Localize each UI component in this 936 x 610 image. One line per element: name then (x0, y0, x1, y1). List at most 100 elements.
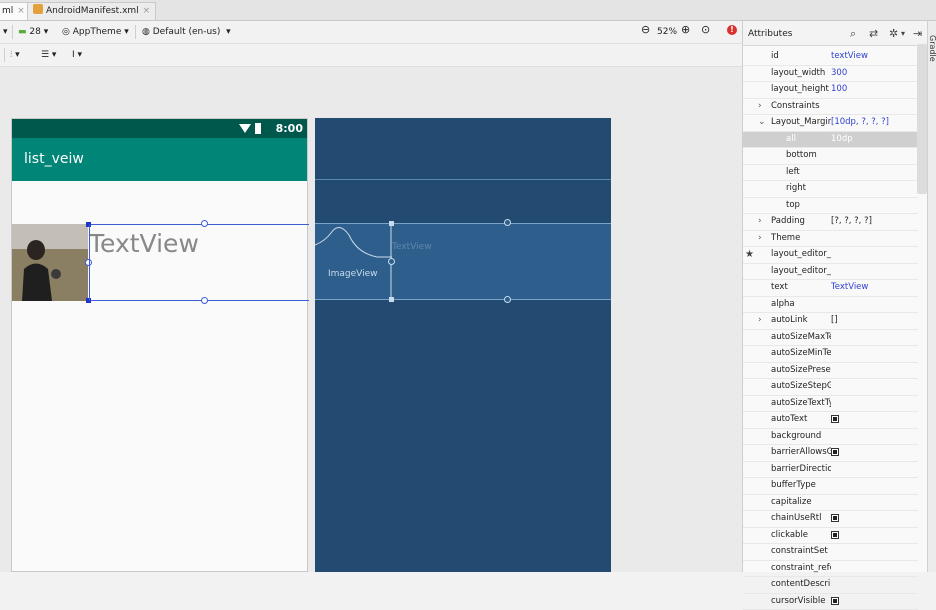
attribute-value[interactable]: textView (831, 49, 868, 64)
guidelines-icon[interactable]: I ▾ (72, 49, 82, 61)
star-icon[interactable]: ★ (745, 247, 754, 262)
locale-value: Default (en-us) (153, 27, 221, 37)
zoom-to-fit-icon[interactable]: ⊙ (701, 24, 710, 36)
attribute-row[interactable]: textTextView (743, 280, 918, 297)
theme-value: AppTheme (73, 27, 122, 37)
attribute-row[interactable]: autoText (743, 412, 918, 429)
zoom-in-icon[interactable]: ⊕ (681, 24, 690, 36)
attribute-checkbox[interactable] (831, 597, 839, 605)
attribute-row[interactable]: clickable (743, 528, 918, 545)
attribute-row[interactable]: ›autoLink[] (743, 313, 918, 330)
blueprint-appbar-line (315, 179, 611, 180)
attribute-row[interactable]: capitalize (743, 495, 918, 512)
attribute-value[interactable]: [] (831, 313, 838, 328)
theme-dropdown[interactable]: ◎ AppTheme ▾ (62, 26, 129, 38)
attribute-row[interactable]: autoSizeStepGr (743, 379, 918, 396)
scrollbar[interactable] (917, 44, 927, 194)
attribute-row[interactable]: background (743, 429, 918, 446)
attributes-header: Attributes ⌕ ⇄ ✲ ▾ ⇥ (743, 21, 936, 46)
locale-dropdown[interactable]: ◍ Default (en-us) ▾ (142, 26, 231, 38)
attribute-name: text (771, 280, 831, 295)
attribute-row[interactable]: autoSizeTextTy (743, 396, 918, 413)
attribute-row[interactable]: all10dp (743, 132, 918, 149)
close-icon[interactable]: × (17, 6, 25, 16)
attribute-value[interactable]: 300 (831, 66, 847, 81)
zoom-out-icon[interactable]: ⊖ (641, 24, 650, 36)
pack-icon[interactable]: ⫶ ▾ (10, 49, 20, 61)
chevron-right-icon[interactable]: › (758, 214, 762, 229)
align-icon[interactable]: ☰ ▾ (41, 49, 56, 61)
constraint-handle-top[interactable] (201, 220, 208, 227)
hide-panel-icon[interactable]: ⇥ (913, 27, 922, 40)
attribute-row[interactable]: ★layout_editor_a (743, 247, 918, 264)
attribute-row[interactable]: autoSizeMinTe (743, 346, 918, 363)
attribute-row[interactable]: autoSizePreset (743, 363, 918, 380)
attribute-row[interactable]: ›Theme (743, 231, 918, 248)
gear-icon[interactable]: ✲ (889, 27, 898, 40)
tab-android-manifest[interactable]: AndroidManifest.xml× (27, 2, 156, 20)
constraint-handle-left[interactable] (388, 258, 395, 265)
attribute-row[interactable]: barrierAllowsG (743, 445, 918, 462)
gear-dropdown-icon[interactable]: ▾ (901, 29, 905, 38)
attribute-value[interactable]: [10dp, ?, ?, ?] (831, 115, 889, 130)
chevron-right-icon[interactable]: › (758, 99, 762, 114)
attribute-value[interactable]: 100 (831, 82, 847, 97)
attribute-row[interactable]: alpha (743, 297, 918, 314)
attribute-value[interactable]: 10dp (831, 132, 853, 147)
editor-tab-bar: ml× AndroidManifest.xml× (0, 0, 936, 21)
constraint-handle-bottom[interactable] (504, 296, 511, 303)
attribute-name: id (771, 49, 831, 64)
divider (12, 25, 13, 39)
blueprint-preview[interactable]: ImageView TextView (315, 118, 611, 572)
attribute-row[interactable]: top (743, 198, 918, 215)
chevron-down-icon[interactable]: ⌄ (758, 115, 766, 130)
attribute-row[interactable]: layout_width300 (743, 66, 918, 83)
constraint-handle-top[interactable] (504, 219, 511, 226)
attribute-row[interactable]: bottom (743, 148, 918, 165)
close-icon[interactable]: × (143, 6, 151, 16)
attribute-row[interactable]: ›Constraints (743, 99, 918, 116)
attribute-checkbox[interactable] (831, 531, 839, 539)
attribute-row[interactable]: right (743, 181, 918, 198)
api-level-dropdown[interactable]: ▬ 28 ▾ (18, 26, 48, 38)
image-view[interactable] (12, 224, 88, 301)
attribute-row[interactable]: autoSizeMaxTe (743, 330, 918, 347)
attribute-row[interactable]: left (743, 165, 918, 182)
attribute-row[interactable]: cursorVisible (743, 594, 918, 610)
attribute-name: contentDescrip (771, 577, 831, 592)
attribute-checkbox[interactable] (831, 448, 839, 456)
swap-view-icon[interactable]: ⇄ (869, 27, 878, 40)
attribute-row[interactable]: constraintSet (743, 544, 918, 561)
attribute-row[interactable]: ⌄Layout_Margin[10dp, ?, ?, ?] (743, 115, 918, 132)
attribute-row[interactable]: layout_height100 (743, 82, 918, 99)
attribute-value[interactable]: [?, ?, ?, ?] (831, 214, 872, 229)
attribute-row[interactable]: contentDescrip (743, 577, 918, 594)
alignment-toolbar: ⫶ ▾ ☰ ▾ I ▾ (0, 44, 742, 67)
chevron-right-icon[interactable]: › (758, 313, 762, 328)
constraint-handle-bottom[interactable] (201, 297, 208, 304)
search-icon[interactable]: ⌕ (850, 27, 856, 41)
resize-handle[interactable] (389, 297, 394, 302)
manifest-file-icon (33, 4, 43, 14)
textview-selection[interactable]: TextView (89, 224, 309, 301)
attribute-checkbox[interactable] (831, 415, 839, 423)
chevron-right-icon[interactable]: › (758, 231, 762, 246)
attribute-name: chainUseRtl (771, 511, 831, 526)
app-title: list_veiw (24, 151, 84, 167)
design-preview[interactable]: 8:00 list_veiw TextView (11, 118, 308, 572)
attribute-row[interactable]: constraint_refer (743, 561, 918, 578)
attribute-row[interactable]: barrierDirectior (743, 462, 918, 479)
attribute-row[interactable]: chainUseRtl (743, 511, 918, 528)
error-icon[interactable]: ! (727, 25, 737, 35)
attribute-row[interactable]: idtextView (743, 49, 918, 66)
attribute-value[interactable]: TextView (831, 280, 868, 295)
orientation-dropdown-icon[interactable]: ▾ (3, 26, 8, 38)
attribute-checkbox[interactable] (831, 514, 839, 522)
android-icon: ▬ (18, 27, 27, 37)
attribute-row[interactable]: bufferType (743, 478, 918, 495)
attribute-name: Padding (771, 214, 831, 229)
resize-handle[interactable] (389, 221, 394, 226)
gradle-tool-button[interactable]: Gradle (928, 35, 936, 62)
attribute-row[interactable]: layout_editor_a (743, 264, 918, 281)
attribute-row[interactable]: › Padding[?, ?, ?, ?] (743, 214, 918, 231)
